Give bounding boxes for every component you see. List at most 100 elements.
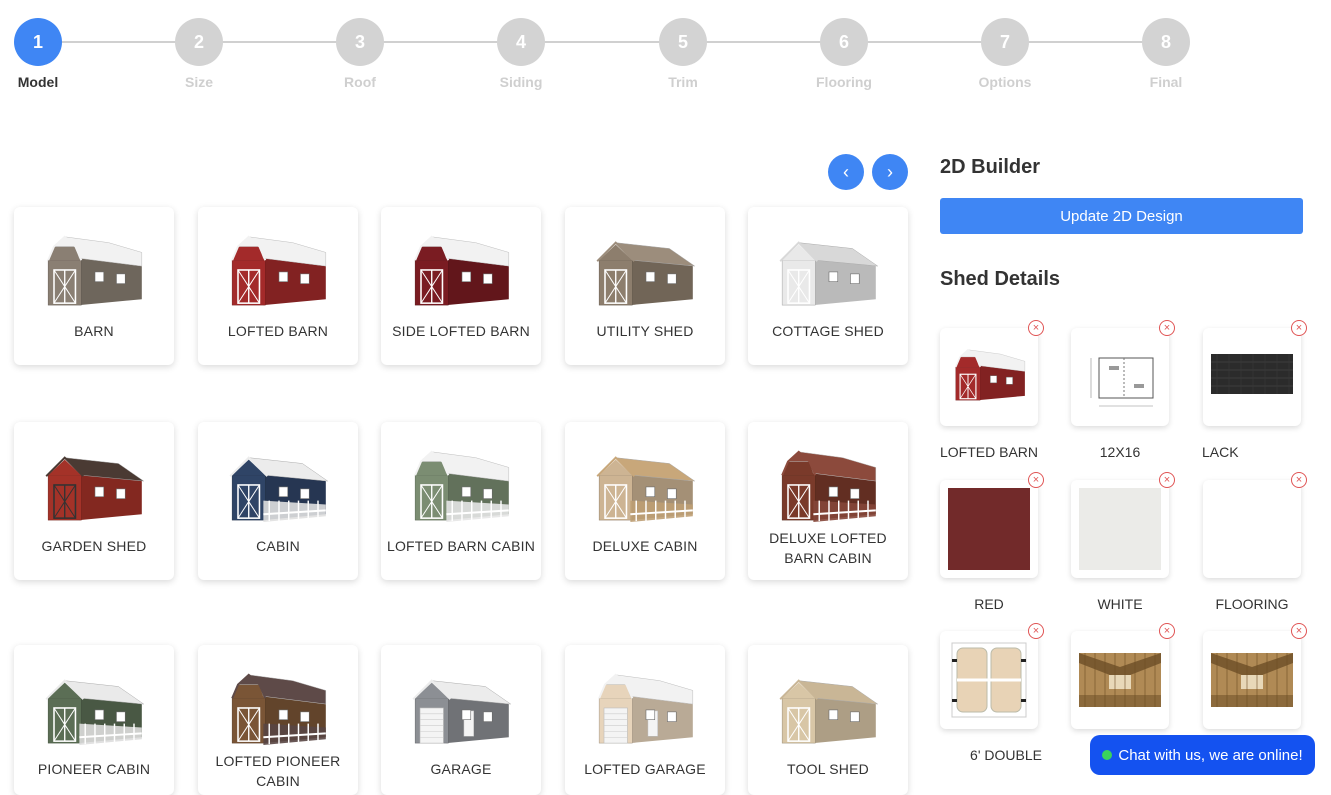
garden-shed-image: [45, 456, 145, 521]
side-lofted-barn-image: [414, 235, 510, 306]
step-label: Options: [978, 74, 1032, 90]
step-model[interactable]: 1 Model: [0, 18, 98, 90]
model-name: LOFTED BARN: [227, 323, 329, 339]
chevron-right-icon: ›: [887, 161, 893, 182]
model-card-deluxe-lofted-barn-cabin[interactable]: DELUXE LOFTED BARN CABIN: [748, 422, 908, 580]
remove-icon[interactable]: ×: [1159, 472, 1175, 488]
model-card-deluxe-cabin[interactable]: DELUXE CABIN: [565, 422, 725, 580]
detail-card-doors[interactable]: [940, 631, 1038, 729]
barn-shed-image: [47, 235, 143, 306]
update-2d-design-button[interactable]: Update 2D Design: [940, 198, 1303, 234]
step-roof[interactable]: 3 Roof: [300, 18, 420, 90]
step-number: 8: [1142, 18, 1190, 66]
shingle-thumbnail: [1211, 354, 1293, 394]
remove-icon[interactable]: ×: [1291, 472, 1307, 488]
progress-stepper: 1 Model 2 Size 3 Roof 4 Siding 5 Trim 6 Flooring 7 Op…: [0, 0, 1331, 100]
model-card-lofted-barn[interactable]: LOFTED BARN: [198, 207, 358, 365]
detail-card-floorplan[interactable]: [1071, 328, 1169, 426]
cabin-image: [229, 456, 329, 523]
shed-details-title: Shed Details: [940, 268, 1061, 290]
detail-card-loft[interactable]: [1071, 631, 1169, 729]
model-name: LOFTED GARAGE: [584, 761, 706, 777]
doors-thumbnail: [951, 642, 1027, 718]
deluxe-cabin-image: [596, 456, 696, 523]
step-flooring[interactable]: 6 Flooring: [784, 18, 904, 90]
step-trim[interactable]: 5 Trim: [623, 18, 743, 90]
shed-thumbnail: [955, 348, 1026, 401]
model-card-pioneer-cabin[interactable]: PIONEER CABIN: [14, 645, 174, 795]
carousel-prev-button[interactable]: ‹: [828, 154, 864, 190]
remove-icon[interactable]: ×: [1028, 623, 1044, 639]
step-label: Final: [1149, 74, 1183, 90]
detail-card-shed[interactable]: [940, 328, 1038, 426]
model-name: DELUXE CABIN: [592, 538, 698, 554]
remove-icon[interactable]: ×: [1291, 623, 1307, 639]
model-card-garage[interactable]: GARAGE: [381, 645, 541, 795]
step-number: 3: [336, 18, 384, 66]
model-name: GARDEN SHED: [41, 538, 147, 554]
cottage-shed-image: [779, 241, 879, 306]
lofted-barn-image: [231, 235, 327, 306]
detail-card-swatch[interactable]: [940, 480, 1038, 578]
pioneer-cabin-image: [45, 679, 145, 746]
step-label: Size: [184, 74, 213, 90]
model-card-utility-shed[interactable]: UTILITY SHED: [565, 207, 725, 365]
detail-card-blank[interactable]: [1203, 480, 1301, 578]
model-card-lofted-garage[interactable]: LOFTED GARAGE: [565, 645, 725, 795]
remove-icon[interactable]: ×: [1159, 320, 1175, 336]
step-options[interactable]: 7 Options: [945, 18, 1065, 90]
garage-image: [412, 679, 512, 744]
detail-label: LACK: [1202, 444, 1239, 460]
detail-label: 12X16: [1099, 444, 1141, 460]
swatch-thumbnail: [1079, 488, 1161, 570]
utility-shed-image: [596, 241, 696, 306]
step-label: Flooring: [816, 74, 872, 90]
chat-button[interactable]: Chat with us, we are online!: [1090, 735, 1315, 775]
chevron-left-icon: ‹: [843, 161, 849, 182]
model-card-lofted-barn-cabin[interactable]: LOFTED BARN CABIN: [381, 422, 541, 580]
detail-card-loft[interactable]: [1203, 631, 1301, 729]
model-name: COTTAGE SHED: [772, 323, 884, 339]
step-final[interactable]: 8 Final: [1106, 18, 1226, 90]
step-number: 7: [981, 18, 1029, 66]
model-name: PIONEER CABIN: [37, 761, 151, 777]
online-status-icon: [1102, 750, 1113, 760]
model-card-barn-shed[interactable]: BARN: [14, 207, 174, 365]
step-label: Siding: [499, 74, 543, 90]
step-label: Model: [17, 74, 59, 90]
model-card-tool-shed[interactable]: TOOL SHED: [748, 645, 908, 795]
detail-card-shingle[interactable]: [1203, 328, 1301, 426]
model-name: GARAGE: [430, 761, 492, 777]
step-siding[interactable]: 4 Siding: [461, 18, 581, 90]
model-name: LOFTED BARN CABIN: [386, 538, 536, 554]
blank-thumbnail: [1211, 488, 1293, 570]
model-name: LOFTED PIONEER CABIN: [215, 753, 341, 789]
model-name: TOOL SHED: [787, 761, 869, 777]
model-card-cottage-shed[interactable]: COTTAGE SHED: [748, 207, 908, 365]
detail-label: LOFTED BARN: [939, 444, 1038, 460]
step-number: 4: [497, 18, 545, 66]
carousel-next-button[interactable]: ›: [872, 154, 908, 190]
remove-icon[interactable]: ×: [1028, 320, 1044, 336]
model-card-cabin[interactable]: CABIN: [198, 422, 358, 580]
step-size[interactable]: 2 Size: [139, 18, 259, 90]
step-number: 6: [820, 18, 868, 66]
remove-icon[interactable]: ×: [1159, 623, 1175, 639]
model-card-side-lofted-barn[interactable]: SIDE LOFTED BARN: [381, 207, 541, 365]
detail-label: FLOORING: [1215, 596, 1289, 612]
builder-title: 2D Builder: [940, 156, 1041, 178]
step-number: 2: [175, 18, 223, 66]
step-number: 1: [14, 18, 62, 66]
step-label: Roof: [344, 74, 376, 90]
swatch-thumbnail: [948, 488, 1030, 570]
remove-icon[interactable]: ×: [1028, 472, 1044, 488]
floorplan-thumbnail: [1090, 357, 1154, 407]
model-card-garden-shed[interactable]: GARDEN SHED: [14, 422, 174, 580]
model-name: CABIN: [256, 538, 300, 554]
model-name: SIDE LOFTED BARN: [392, 323, 530, 339]
model-card-lofted-pioneer-cabin[interactable]: LOFTED PIONEER CABIN: [198, 645, 358, 795]
remove-icon[interactable]: ×: [1291, 320, 1307, 336]
model-name: DELUXE LOFTED BARN CABIN: [769, 530, 887, 566]
loft-thumbnail: [1211, 653, 1293, 707]
detail-card-swatch[interactable]: [1071, 480, 1169, 578]
